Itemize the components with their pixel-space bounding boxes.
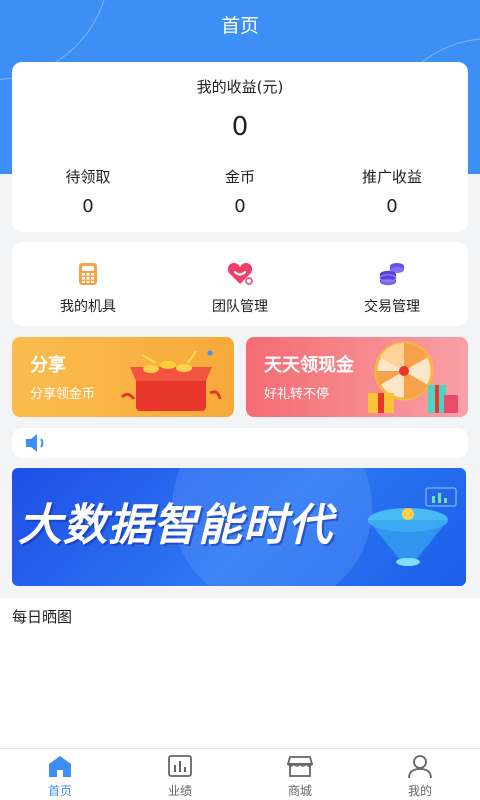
promo-share-card[interactable]: 分享 分享领金币 (12, 337, 234, 417)
banner-big-data[interactable]: 大数据智能时代 (12, 468, 466, 586)
coins-icon (379, 263, 404, 286)
funnel-illustration-icon (368, 487, 457, 566)
promo-subtitle: 分享领金币 (30, 387, 96, 402)
stat-label: 待领取 (65, 168, 111, 186)
stat-label: 推广收益 (361, 168, 422, 186)
earnings-card: 我的收益(元) 0 待领取 0 金币 0 推广收益 0 (12, 62, 468, 232)
calculator-icon (79, 263, 97, 285)
tab-home[interactable]: 首页 (0, 749, 120, 800)
chart-icon (168, 755, 192, 777)
notice-bar[interactable] (12, 428, 468, 458)
stat-value: 0 (82, 196, 94, 217)
page-title: 首页 (220, 15, 259, 37)
red-envelope-icon (120, 350, 222, 411)
stat-promotion[interactable]: 推广收益 0 (316, 166, 468, 218)
bottom-tab-bar: 首页 业绩 商城 我的 (0, 748, 480, 800)
menu-card: 我的机具 团队管理 交易管理 (12, 242, 468, 326)
promo-title: 分享 (30, 355, 66, 376)
daily-showcase-section: 每日晒图 (0, 598, 480, 748)
stat-label: 金币 (224, 168, 255, 186)
tab-label: 商城 (287, 784, 312, 798)
prize-wheel-icon (368, 341, 458, 413)
earnings-title: 我的收益(元) (196, 78, 284, 96)
stat-coins[interactable]: 金币 0 (164, 166, 316, 218)
stat-pending[interactable]: 待领取 0 (12, 166, 164, 218)
tab-label: 业绩 (167, 784, 192, 798)
tab-label: 首页 (47, 784, 72, 798)
menu-item-transaction-management[interactable]: 交易管理 (316, 242, 468, 326)
speaker-icon (26, 434, 44, 452)
earnings-total: 0 (231, 112, 249, 142)
promo-cash-card[interactable]: 天天领现金 好礼转不停 (246, 337, 468, 417)
menu-item-label: 我的机具 (60, 299, 116, 315)
promo-title: 天天领现金 (264, 355, 354, 376)
promo-subtitle: 好礼转不停 (264, 387, 330, 402)
tab-mine[interactable]: 我的 (360, 749, 480, 800)
banner-text: 大数据智能时代 (18, 500, 333, 551)
menu-item-my-devices[interactable]: 我的机具 (12, 242, 164, 326)
earnings-stats: 待领取 0 金币 0 推广收益 0 (12, 166, 468, 218)
daily-title: 每日晒图 (12, 608, 73, 626)
heart-icon (227, 263, 253, 285)
menu-item-label: 交易管理 (364, 299, 420, 315)
user-icon (408, 755, 432, 779)
home-icon (49, 756, 71, 777)
stat-value: 0 (386, 196, 398, 217)
menu-item-label: 团队管理 (212, 299, 268, 315)
tab-mall[interactable]: 商城 (240, 749, 360, 800)
tab-performance[interactable]: 业绩 (120, 749, 240, 800)
stat-value: 0 (234, 196, 246, 217)
tab-label: 我的 (407, 784, 432, 798)
menu-item-team-management[interactable]: 团队管理 (164, 242, 316, 326)
store-icon (287, 756, 313, 777)
